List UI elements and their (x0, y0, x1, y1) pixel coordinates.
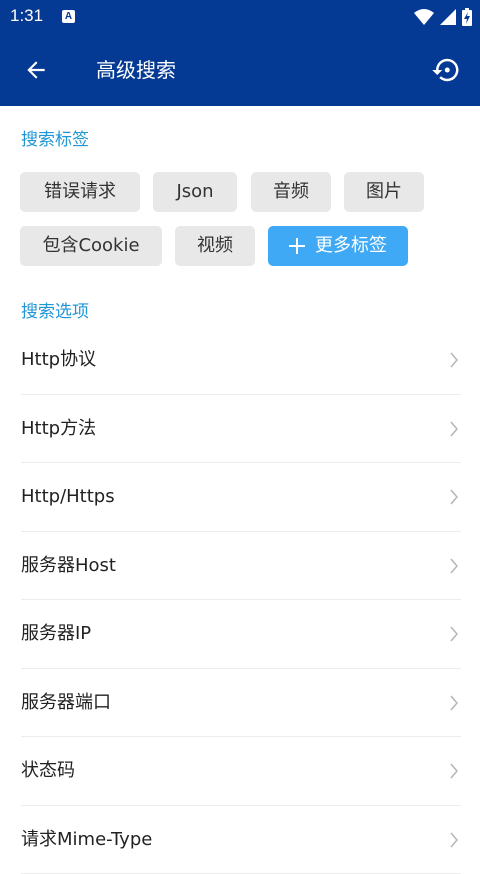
chevron-right-icon (449, 831, 459, 849)
option-label: Http协议 (21, 326, 96, 393)
option-http-protocol[interactable]: Http协议 (21, 326, 461, 395)
chevron-right-icon (449, 625, 459, 643)
chevron-right-icon (449, 351, 459, 369)
tag-chip[interactable]: 音频 (251, 172, 331, 212)
option-label: Http方法 (21, 395, 96, 462)
option-http-method[interactable]: Http方法 (21, 395, 461, 464)
option-server-host[interactable]: 服务器Host (21, 532, 461, 601)
history-button[interactable] (426, 50, 466, 90)
signal-icon (440, 9, 456, 25)
option-server-ip[interactable]: 服务器IP (21, 600, 461, 669)
tag-chip[interactable]: 视频 (175, 226, 255, 266)
options-list: Http协议 Http方法 Http/Https 服务器Host 服务器IP 服… (21, 326, 461, 874)
option-label: Http/Https (21, 463, 115, 530)
back-button[interactable] (16, 50, 56, 90)
tag-chip[interactable]: 图片 (344, 172, 424, 212)
more-tags-button[interactable]: 更多标签 (268, 226, 408, 266)
status-icons (414, 7, 472, 27)
option-server-port[interactable]: 服务器端口 (21, 669, 461, 738)
battery-charging-icon (462, 8, 472, 26)
app-bar: 高级搜索 (0, 34, 480, 106)
more-tags-label: 更多标签 (315, 226, 387, 266)
chevron-right-icon (449, 557, 459, 575)
chevron-right-icon (449, 420, 459, 438)
restore-icon (431, 55, 461, 85)
chevron-right-icon (449, 762, 459, 780)
status-bar: 1:31 A (0, 0, 480, 34)
tag-chip[interactable]: 包含Cookie (20, 226, 162, 266)
option-label: 状态码 (21, 737, 75, 804)
option-label: 请求Mime-Type (21, 806, 152, 873)
arrow-left-icon (23, 57, 49, 83)
option-label: 服务器IP (21, 600, 91, 667)
wifi-icon (414, 9, 434, 25)
option-http-https[interactable]: Http/Https (21, 463, 461, 532)
tag-chip[interactable]: Json (153, 172, 237, 212)
chevron-right-icon (449, 488, 459, 506)
option-label: 服务器端口 (21, 669, 111, 736)
option-status-code[interactable]: 状态码 (21, 737, 461, 806)
option-label: 服务器Host (21, 532, 116, 599)
page-title: 高级搜索 (96, 56, 176, 84)
status-time: 1:31 (10, 6, 43, 26)
tags-section-title: 搜索标签 (21, 128, 89, 152)
a-box-icon: A (62, 10, 75, 23)
option-request-mime-type[interactable]: 请求Mime-Type (21, 806, 461, 874)
chevron-right-icon (449, 694, 459, 712)
plus-icon (289, 238, 305, 254)
tag-chip[interactable]: 错误请求 (20, 172, 140, 212)
options-section-title: 搜索选项 (21, 300, 89, 324)
